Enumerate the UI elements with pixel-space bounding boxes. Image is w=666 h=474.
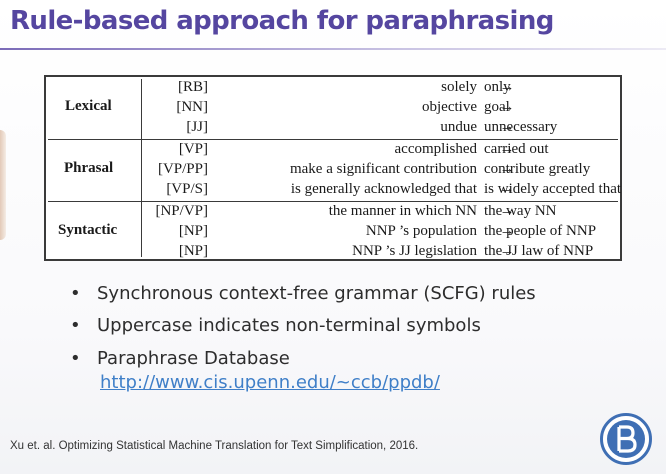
- table-row: [NP/VP] the manner in which NN → the way…: [46, 201, 624, 222]
- bullet-marker: •: [70, 348, 81, 369]
- rule-source: make a significant contribution: [289, 161, 477, 177]
- table-row: [NP] NNP ’s population → the people of N…: [46, 221, 624, 242]
- rule-tag: [JJ]: [186, 119, 208, 135]
- hse-university-logo-icon: [600, 413, 652, 465]
- bullet-text: Paraphrase Database: [97, 348, 290, 369]
- rule-target: the way NN: [484, 203, 557, 219]
- rule-tag: [NN]: [176, 99, 208, 115]
- table-row: [NP] NNP ’s JJ legislation → the JJ law …: [46, 241, 624, 262]
- rule-target: is widely accepted that: [484, 181, 622, 197]
- slide-title: Rule-based approach for paraphrasing: [10, 6, 554, 36]
- table-row: [JJ] undue → unnecessary: [46, 117, 624, 138]
- rule-target: the people of NNP: [484, 223, 597, 239]
- bullet-text: Uppercase indicates non-terminal symbols: [97, 315, 481, 336]
- bullet-marker: •: [70, 315, 81, 336]
- rule-target: only: [484, 79, 511, 95]
- ppdb-link[interactable]: http://www.cis.upenn.edu/~ccb/ppdb/: [100, 372, 440, 393]
- rule-source: is generally acknowledged that: [290, 181, 477, 197]
- rule-target: carried out: [484, 141, 549, 157]
- bullet-item: • Paraphrase Database: [70, 348, 290, 369]
- paraphrase-rules-table: Lexical Phrasal Syntactic [RB] solely → …: [44, 75, 622, 261]
- table-row: [VP/PP] make a significant contribution …: [46, 159, 624, 180]
- bullet-item: • Synchronous context-free grammar (SCFG)…: [70, 283, 536, 304]
- rule-target: goal: [484, 99, 510, 115]
- rule-tag: [NP]: [178, 243, 208, 259]
- rule-source: undue: [440, 119, 477, 135]
- table-row: [VP/S] is generally acknowledged that → …: [46, 179, 624, 200]
- rule-tag: [VP/PP]: [157, 161, 208, 177]
- table-row: [NN] objective → goal: [46, 97, 624, 118]
- rule-source: NNP ’s JJ legislation: [352, 243, 477, 259]
- bullet-text: Synchronous context-free grammar (SCFG) …: [97, 283, 536, 304]
- rule-source: NNP ’s population: [365, 223, 477, 239]
- rule-tag: [NP/VP]: [155, 203, 208, 219]
- rule-tag: [NP]: [178, 223, 208, 239]
- rule-source: the manner in which NN: [328, 203, 477, 219]
- rule-tag: [VP]: [178, 141, 208, 157]
- rule-source: objective: [422, 99, 477, 115]
- rule-target: contribute greatly: [484, 161, 591, 177]
- table-row: [RB] solely → only: [46, 77, 624, 98]
- rule-source: solely: [441, 79, 477, 95]
- rule-target: unnecessary: [484, 119, 558, 135]
- bullet-item: • Uppercase indicates non-terminal symbol…: [70, 315, 481, 336]
- citation-footnote: Xu et. al. Optimizing Statistical Machin…: [10, 440, 419, 452]
- table-row: [VP] accomplished → carried out: [46, 139, 624, 160]
- rule-tag: [VP/S]: [166, 181, 208, 197]
- presenter-edge: [0, 130, 6, 240]
- rule-tag: [RB]: [178, 79, 208, 95]
- title-underline: [0, 48, 666, 50]
- rule-source: accomplished: [394, 141, 477, 157]
- rule-target: the JJ law of NNP: [484, 243, 594, 259]
- bullet-marker: •: [70, 283, 81, 304]
